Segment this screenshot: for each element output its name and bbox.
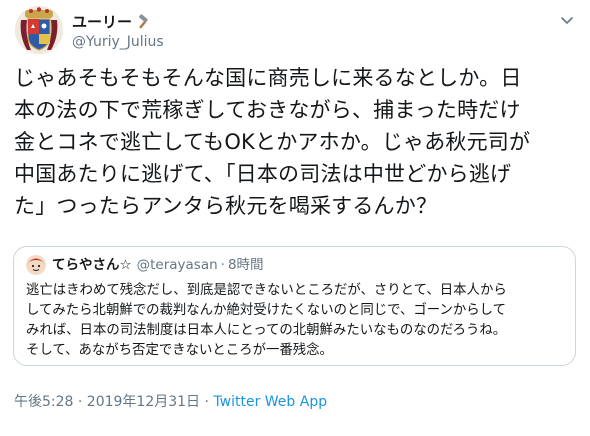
tweet-text: じゃあそもそもそんな国に商売しに来るなとしか。日 本の法の下で荒稼ぎしておきなが… — [14, 66, 531, 218]
tweet-card: ユーリー @Yuriy_Julius じゃあそもそもそんな国に商売しに来るなとし… — [0, 0, 590, 436]
chevron-down-icon[interactable] — [560, 12, 574, 26]
quoted-tweet-header: てらやさん☆ @terayasan · 8時間 — [26, 255, 264, 275]
tweet-meta: 午後5:28 · 2019年12月31日 · Twitter Web App — [14, 393, 327, 412]
quoted-author-handle[interactable]: @terayasan — [137, 256, 218, 274]
author-display-name[interactable]: ユーリー — [72, 12, 132, 32]
author-handle[interactable]: @Yuriy_Julius — [72, 33, 164, 52]
quoted-separator: · — [220, 257, 225, 273]
hammer-icon — [135, 14, 151, 30]
quoted-time[interactable]: 8時間 — [228, 256, 264, 274]
tweet-timestamp[interactable]: 午後5:28 · 2019年12月31日 · — [14, 394, 213, 410]
source-app-link[interactable]: Twitter Web App — [213, 394, 327, 410]
cartoon-face-avatar-icon — [26, 255, 46, 275]
quoted-tweet[interactable]: てらやさん☆ @terayasan · 8時間 逃亡はきわめて残念だし、到底是認… — [13, 246, 576, 366]
quoted-author-name[interactable]: てらやさん☆ — [52, 256, 132, 274]
author-info: ユーリー @Yuriy_Julius — [72, 12, 164, 52]
quoted-author-avatar[interactable] — [26, 255, 46, 275]
author-name[interactable]: ユーリー — [72, 12, 164, 32]
author-avatar[interactable] — [15, 6, 63, 54]
quoted-tweet-text: 逃亡はきわめて残念だし、到底是認できないところだが、さりとて、日本人から してみ… — [26, 283, 507, 358]
coat-of-arms-avatar-icon — [15, 6, 63, 54]
